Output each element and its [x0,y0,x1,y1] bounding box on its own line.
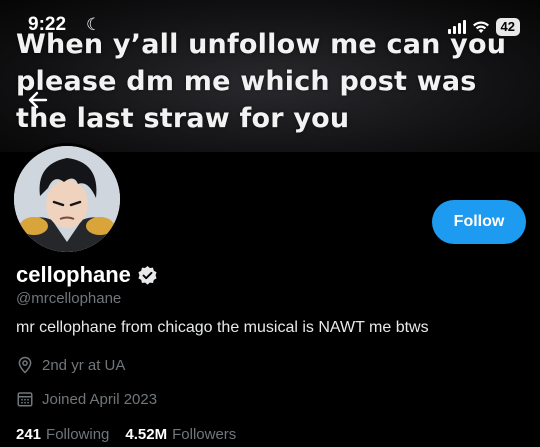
followers-link[interactable]: 4.52M Followers [125,426,236,443]
follow-button[interactable]: Follow [432,200,526,244]
location-row: 2nd yr at UA [16,356,125,374]
display-name: cellophane [16,262,131,287]
profile-bio: mr cellophane from chicago the musical i… [16,319,429,336]
back-arrow-icon [28,91,48,109]
followers-label: Followers [172,426,237,443]
back-button[interactable] [22,84,54,116]
location-text: 2nd yr at UA [42,356,126,374]
verified-badge-icon [138,265,157,285]
following-label: Following [46,426,110,443]
moon-icon: ☾ [86,15,102,34]
location-pin-icon [18,356,32,374]
user-handle: @mrcellophane [16,290,122,307]
joined-row: Joined April 2023 [16,390,157,408]
calendar-icon [17,392,33,407]
status-indicators: 42 [447,18,520,36]
wifi-icon [472,21,489,33]
avatar[interactable] [11,143,123,255]
following-link[interactable]: 241 Following [16,426,109,443]
cellular-signal-icon [447,20,466,34]
avatar-image [14,146,120,252]
following-count: 241 [16,426,42,443]
name-row: cellophane [16,262,158,288]
follow-stats: 241 Following 4.52M Followers [16,426,236,443]
banner-text: When y’all unfollow me can you please dm… [16,29,507,134]
followers-count: 4.52M [125,426,168,443]
joined-date: Joined April 2023 [42,390,158,408]
battery-icon: 42 [495,18,520,36]
status-time: 9:22 [28,14,67,35]
